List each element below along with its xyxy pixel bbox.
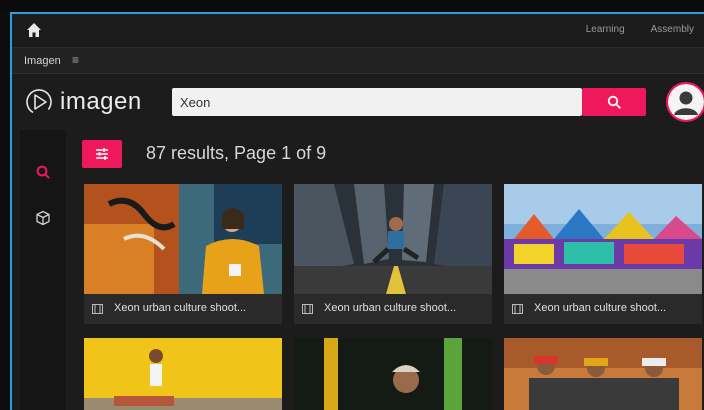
- image-thumbnail[interactable]: [84, 338, 282, 410]
- imagen-logo-icon: [26, 89, 52, 115]
- home-icon[interactable]: [26, 22, 42, 38]
- global-nav-links: Learning Assembly: [586, 24, 694, 35]
- film-icon: [92, 304, 103, 314]
- sliders-icon: [96, 148, 108, 160]
- search-icon: [607, 95, 621, 109]
- image-title: Xeon urban culture shoot...: [534, 302, 667, 314]
- image-card[interactable]: [294, 338, 492, 410]
- filter-button[interactable]: [82, 140, 122, 168]
- global-navbar: Learning Assembly: [12, 14, 704, 48]
- hamburger-menu-icon[interactable]: ≡: [72, 53, 79, 67]
- film-icon: [512, 304, 523, 314]
- results-summary: 87 results, Page 1 of 9: [146, 143, 327, 163]
- left-sidebar: [20, 130, 66, 410]
- image-card[interactable]: [84, 338, 282, 410]
- app-window: Learning Assembly Imagen ≡ imagen Xeon 8…: [10, 12, 704, 410]
- brand-name: imagen: [60, 88, 142, 115]
- search-button[interactable]: [582, 88, 646, 116]
- image-thumbnail[interactable]: [84, 184, 282, 294]
- image-card[interactable]: Xeon urban culture shoot...: [504, 184, 702, 324]
- image-card[interactable]: Xeon urban culture shoot...: [294, 184, 492, 324]
- top-strip: [0, 0, 704, 12]
- image-thumbnail[interactable]: [504, 184, 702, 294]
- user-avatar-icon: [668, 84, 704, 120]
- image-caption: Xeon urban culture shoot...: [84, 294, 282, 324]
- image-caption: Xeon urban culture shoot...: [294, 294, 492, 324]
- image-thumbnail[interactable]: [504, 338, 702, 410]
- brand-bar: imagen Xeon: [12, 74, 704, 130]
- results-panel: 87 results, Page 1 of 9 Xeon urban cultu…: [66, 130, 704, 410]
- image-title: Xeon urban culture shoot...: [114, 302, 247, 314]
- avatar[interactable]: [666, 82, 704, 122]
- image-card[interactable]: [504, 338, 702, 410]
- image-caption: Xeon urban culture shoot...: [504, 294, 702, 324]
- nav-link-assembly[interactable]: Assembly: [651, 24, 694, 35]
- image-card[interactable]: Xeon urban culture shoot...: [84, 184, 282, 324]
- film-icon: [302, 304, 313, 314]
- breadcrumb: Imagen ≡: [12, 48, 704, 74]
- cube-icon[interactable]: [35, 210, 51, 226]
- image-thumbnail[interactable]: [294, 338, 492, 410]
- nav-link-learning[interactable]: Learning: [586, 24, 625, 35]
- image-thumbnail[interactable]: [294, 184, 492, 294]
- image-title: Xeon urban culture shoot...: [324, 302, 457, 314]
- breadcrumb-label[interactable]: Imagen: [24, 55, 61, 67]
- search-input[interactable]: Xeon: [172, 88, 582, 116]
- sidebar-search-icon[interactable]: [35, 164, 51, 180]
